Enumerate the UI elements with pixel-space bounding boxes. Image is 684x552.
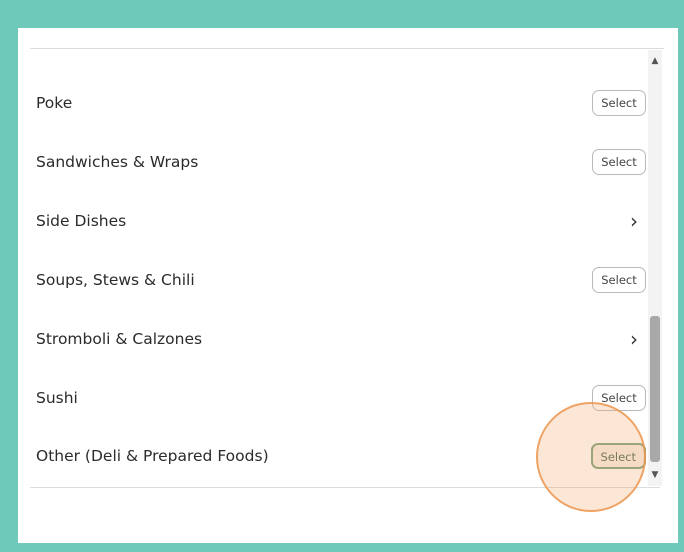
select-button[interactable]: Select <box>592 149 646 175</box>
list-item-label: Other (Deli & Prepared Foods) <box>36 447 269 465</box>
scrollbar[interactable]: ▲ ▼ <box>648 50 662 486</box>
list-item: Sushi Select <box>30 369 654 427</box>
list-item[interactable]: Stromboli & Calzones › <box>30 310 654 368</box>
list-item: Sandwiches & Wraps Select <box>30 133 654 191</box>
select-button[interactable]: Select <box>592 385 646 411</box>
list-item-label: Poke <box>36 94 73 112</box>
list-item-label: Soups, Stews & Chili <box>36 271 195 289</box>
select-button[interactable]: Select <box>592 90 646 116</box>
chevron-right-icon[interactable]: › <box>630 211 638 231</box>
list-bottom-border <box>30 487 660 488</box>
category-list: Poke Select Sandwiches & Wraps Select Si… <box>30 49 654 487</box>
arrow-down-icon[interactable]: ▼ <box>648 470 662 480</box>
list-item-label: Sandwiches & Wraps <box>36 153 199 171</box>
category-dialog: Poke Select Sandwiches & Wraps Select Si… <box>18 28 678 543</box>
list-item-label: Sushi <box>36 389 78 407</box>
scrollbar-thumb[interactable] <box>650 316 660 462</box>
select-button[interactable]: Select <box>592 267 646 293</box>
list-item[interactable]: Side Dishes › <box>30 192 654 250</box>
list-item: Soups, Stews & Chili Select <box>30 251 654 309</box>
list-item-label: Stromboli & Calzones <box>36 330 203 348</box>
list-item: Poke Select <box>30 74 654 132</box>
chevron-right-icon[interactable]: › <box>630 329 638 349</box>
select-button[interactable]: Select <box>590 443 646 469</box>
list-item-label: Side Dishes <box>36 212 127 230</box>
arrow-up-icon[interactable]: ▲ <box>648 56 662 66</box>
list-item: Other (Deli & Prepared Foods) Select <box>30 427 654 485</box>
